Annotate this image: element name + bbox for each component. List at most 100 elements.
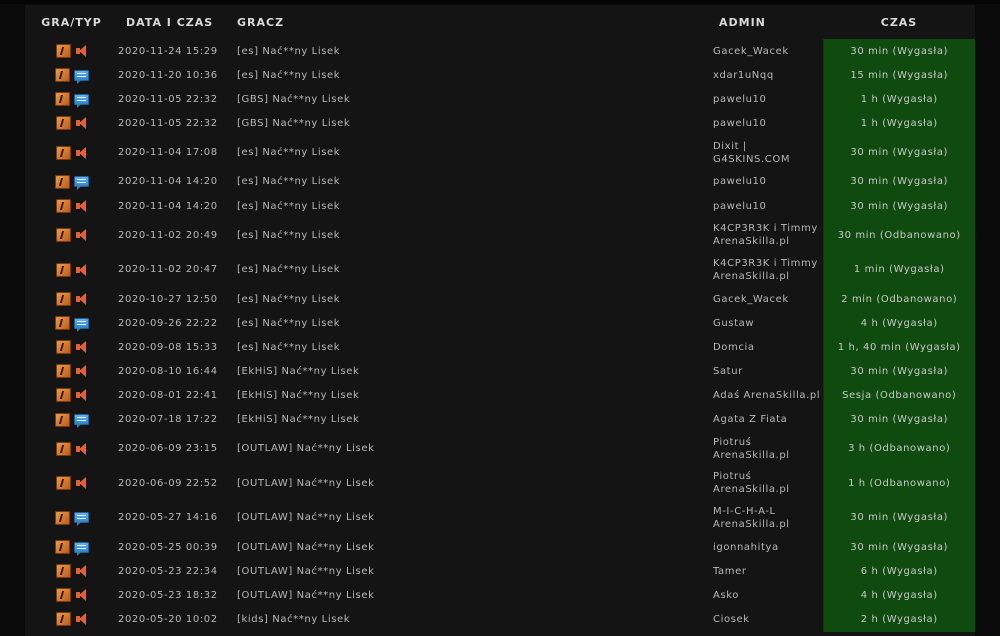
game-type-cell xyxy=(25,383,118,407)
table-row[interactable]: 2020-11-05 22:32 [GBS] Nać**ny Lisek pawel… xyxy=(25,111,975,136)
column-header-date[interactable]: DATA I CZAS xyxy=(118,5,237,39)
column-header-player[interactable]: GRACZ xyxy=(237,5,713,39)
counter-strike-icon xyxy=(54,316,70,331)
column-header-time[interactable]: CZAS xyxy=(823,5,975,39)
admin-cell: K4CP3R3K i Timmy ArenaSkilla.pl xyxy=(713,257,818,282)
game-type-cell xyxy=(25,111,118,135)
table-row[interactable]: 2020-11-04 14:20 [es] Nać**ny Lisek pawelu… xyxy=(25,169,975,194)
player-cell[interactable]: [es] Nać**ny Lisek xyxy=(237,218,713,253)
table-row[interactable]: 2020-11-02 20:49 [es] Nać**ny Lisek K4CP3R… xyxy=(25,218,975,253)
player-cell[interactable]: [es] Nać**ny Lisek xyxy=(237,194,713,218)
counter-strike-icon xyxy=(55,145,71,160)
admin-cell: Satur xyxy=(713,365,743,377)
admin-cell: Piotruś ArenaSkilla.pl xyxy=(713,471,790,496)
game-type-cell xyxy=(25,287,118,311)
table-row[interactable]: 2020-08-10 16:44 [EkHiS] Nać**ny Lisek Sat… xyxy=(25,359,975,384)
time-cell: 3 h (Odbanowano) xyxy=(822,431,975,467)
speaker-icon xyxy=(75,388,88,402)
time-cell: 30 min (Wygasła) xyxy=(822,500,975,536)
date-cell: 2020-11-04 14:20 xyxy=(118,200,218,212)
table-row[interactable]: 2020-10-27 12:50 [es] Nać**ny Lisek Gacek_… xyxy=(25,287,975,312)
table-row[interactable]: 2020-11-02 20:47 [es] Nać**ny Lisek K4CP3R… xyxy=(25,252,975,288)
table-row[interactable]: 2020-11-04 17:08 [es] Nać**ny Lisek Dixit … xyxy=(25,135,975,170)
player-cell[interactable]: [es] Nać**ny Lisek xyxy=(237,335,713,359)
game-type-cell xyxy=(25,253,118,288)
player-cell[interactable]: [EkHiS] Nać**ny Lisek xyxy=(237,383,713,407)
speaker-icon xyxy=(75,263,88,277)
speaker-icon xyxy=(75,442,88,456)
table-row[interactable]: 2020-05-23 18:32 [OUTLAW] Nać**ny Lisek As… xyxy=(25,583,975,608)
player-cell[interactable]: [es] Nać**ny Lisek xyxy=(237,63,713,87)
chat-bubble-icon xyxy=(73,541,89,556)
speaker-icon xyxy=(75,476,88,490)
date-cell: 2020-08-10 16:44 xyxy=(118,365,218,377)
admin-cell: Adaś ArenaSkilla.pl xyxy=(713,389,821,401)
counter-strike-icon xyxy=(55,364,71,379)
player-cell[interactable]: [es] Nać**ny Lisek xyxy=(237,39,713,63)
date-cell: 2020-11-04 17:08 xyxy=(118,147,218,159)
player-cell[interactable]: [OUTLAW] Nać**ny Lisek xyxy=(237,432,713,467)
column-header-admin[interactable]: ADMIN xyxy=(713,5,823,39)
player-cell[interactable]: [es] Nać**ny Lisek xyxy=(237,287,713,311)
column-header-game[interactable]: GRA/TYP xyxy=(25,5,118,39)
table-row[interactable]: 2020-11-04 14:20 [es] Nać**ny Lisek pawelu… xyxy=(25,193,975,219)
counter-strike-icon xyxy=(55,292,71,307)
counter-strike-icon xyxy=(55,564,71,579)
admin-cell: Piotruś ArenaSkilla.pl xyxy=(713,436,790,461)
table-row[interactable]: 2020-06-09 22:52 [OUTLAW] Nać**ny Lisek Pi… xyxy=(25,466,975,501)
date-cell: 2020-11-24 15:29 xyxy=(118,45,218,57)
date-cell: 2020-11-04 14:20 xyxy=(118,176,218,188)
table-row[interactable]: 2020-07-18 17:22 [EkHiS] Nać**ny Lisek Aga… xyxy=(25,407,975,432)
player-cell[interactable]: [GBS] Nać**ny Lisek xyxy=(237,87,713,111)
player-cell[interactable]: [OUTLAW] Nać**ny Lisek xyxy=(237,559,713,583)
time-cell: 6 h (Wygasła) xyxy=(822,559,975,584)
admin-cell: M-I-C-H-A-L ArenaSkilla.pl xyxy=(713,505,790,530)
player-cell[interactable]: [EkHiS] Nać**ny Lisek xyxy=(237,359,713,383)
player-cell[interactable]: [EkHiS] Nać**ny Lisek xyxy=(237,408,713,432)
table-row[interactable]: 2020-09-08 15:33 [es] Nać**ny Lisek Domcia… xyxy=(25,335,975,360)
time-cell: 1 h (Wygasła) xyxy=(822,87,975,112)
date-cell: 2020-10-27 12:50 xyxy=(118,293,218,305)
player-cell[interactable]: [OUTLAW] Nać**ny Lisek xyxy=(237,501,713,536)
counter-strike-icon xyxy=(55,340,71,355)
date-cell: 2020-09-08 15:33 xyxy=(118,341,218,353)
table-row[interactable]: 2020-11-05 22:32 [GBS] Nać**ny Lisek pawel… xyxy=(25,87,975,112)
player-cell[interactable]: [es] Nać**ny Lisek xyxy=(237,253,713,288)
game-type-cell xyxy=(25,432,118,467)
table-row[interactable]: 2020-05-27 14:16 [OUTLAW] Nać**ny Lisek M-… xyxy=(25,500,975,536)
table-header-row: GRA/TYP DATA I CZAS GRACZ ADMIN CZAS xyxy=(25,5,975,39)
player-cell[interactable]: [GBS] Nać**ny Lisek xyxy=(237,111,713,135)
date-cell: 2020-05-20 10:02 xyxy=(118,613,218,625)
game-type-cell xyxy=(25,135,118,170)
player-cell[interactable]: [OUTLAW] Nać**ny Lisek xyxy=(237,583,713,607)
time-cell: 4 h (Wygasła) xyxy=(822,311,975,336)
table-row[interactable]: 2020-05-23 22:34 [OUTLAW] Nać**ny Lisek Ta… xyxy=(25,559,975,584)
table-row[interactable]: 2020-08-01 22:41 [EkHiS] Nać**ny Lisek Ada… xyxy=(25,383,975,408)
player-cell[interactable]: [kids] Nać**ny Lisek xyxy=(237,607,713,631)
counter-strike-icon xyxy=(55,441,71,456)
admin-cell: pawelu10 xyxy=(713,200,767,212)
chat-bubble-icon xyxy=(73,317,89,332)
table-row[interactable]: 2020-09-26 22:22 [es] Nać**ny Lisek Gustaw… xyxy=(25,311,975,336)
player-cell[interactable]: [es] Nać**ny Lisek xyxy=(237,135,713,170)
table-row[interactable]: 2020-06-09 23:15 [OUTLAW] Nać**ny Lisek Pi… xyxy=(25,431,975,467)
table-row[interactable]: 2020-11-20 10:36 [es] Nać**ny Lisek xdar1u… xyxy=(25,63,975,88)
table-row[interactable]: 2020-05-20 10:02 [kids] Nać**ny Lisek Cios… xyxy=(25,607,975,632)
player-cell[interactable]: [OUTLAW] Nać**ny Lisek xyxy=(237,535,713,559)
time-cell: 30 min (Wygasła) xyxy=(822,193,975,219)
table-row[interactable]: 2020-05-25 00:39 [OUTLAW] Nać**ny Lisek ig… xyxy=(25,535,975,560)
admin-cell: K4CP3R3K i Timmy ArenaSkilla.pl xyxy=(713,223,818,248)
admin-cell: xdar1uNqq xyxy=(713,69,774,81)
player-cell[interactable]: [OUTLAW] Nać**ny Lisek xyxy=(237,466,713,501)
game-type-cell xyxy=(25,359,118,383)
game-type-cell xyxy=(25,170,118,194)
speaker-icon xyxy=(75,146,88,160)
table-row[interactable]: 2020-11-24 15:29 [es] Nać**ny Lisek Gacek_… xyxy=(25,39,975,64)
player-cell[interactable]: [es] Nać**ny Lisek xyxy=(237,311,713,335)
chat-bubble-icon xyxy=(73,93,89,108)
player-cell[interactable]: [es] Nać**ny Lisek xyxy=(237,170,713,194)
chat-bubble-icon xyxy=(73,512,89,527)
time-cell: 30 min (Wygasła) xyxy=(822,407,975,432)
game-type-cell xyxy=(25,218,118,253)
date-cell: 2020-07-18 17:22 xyxy=(118,414,218,426)
